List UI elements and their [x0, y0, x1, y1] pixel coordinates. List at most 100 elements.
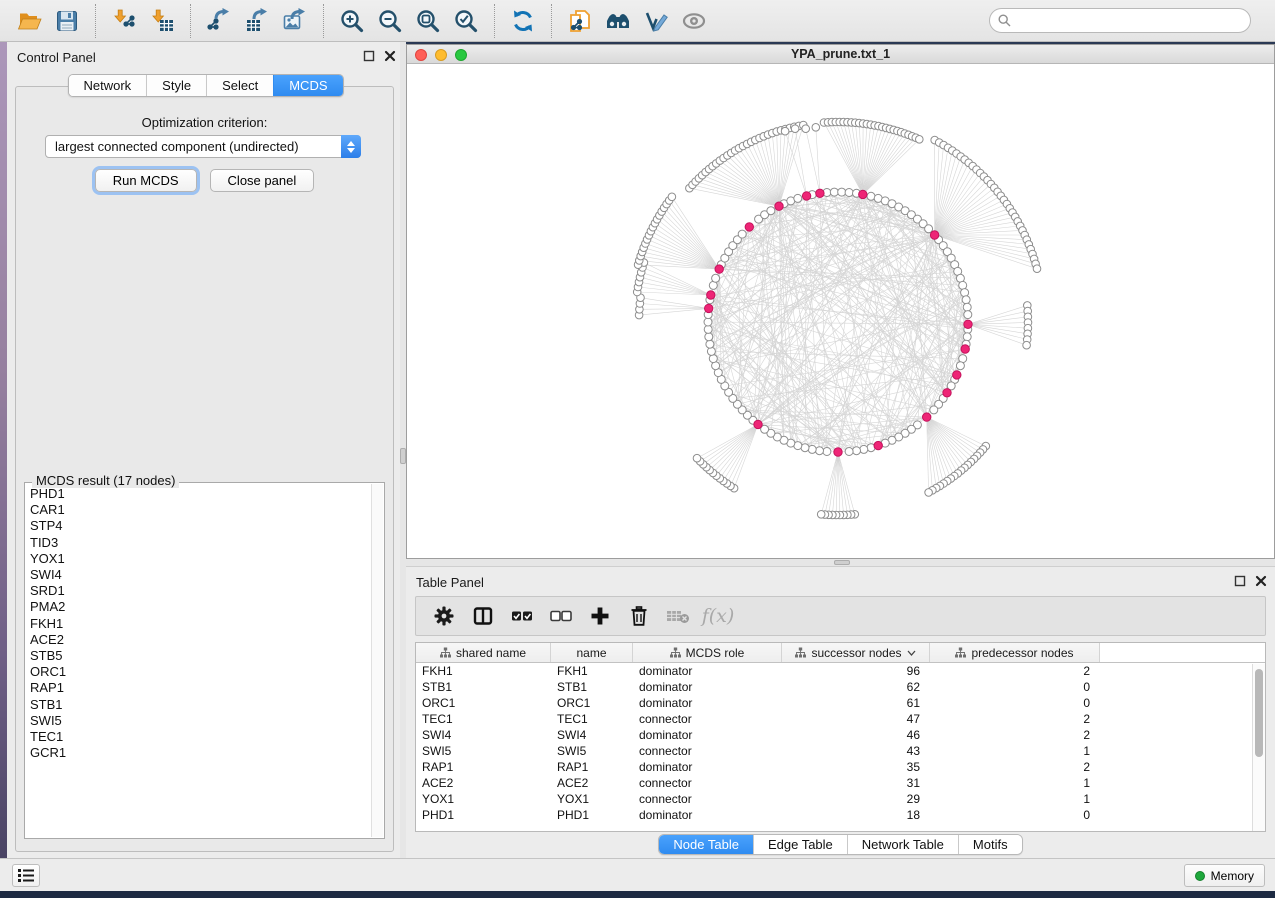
- float-table-panel-icon[interactable]: [1234, 575, 1246, 587]
- run-mcds-button[interactable]: Run MCDS: [95, 169, 197, 192]
- table-row[interactable]: ACE2ACE2connector311: [416, 775, 1265, 791]
- mcds-result-node[interactable]: SRD1: [30, 583, 370, 599]
- zoom-out-button[interactable]: [373, 5, 407, 37]
- column-header-predecessor-nodes[interactable]: predecessor nodes: [930, 643, 1100, 662]
- mcds-result-node[interactable]: GCR1: [30, 745, 370, 761]
- optimization-criterion-dropdown[interactable]: largest connected component (undirected): [45, 135, 361, 158]
- network-window-title: YPA_prune.txt_1: [791, 47, 890, 61]
- import-network-button[interactable]: [107, 5, 141, 37]
- table-scrollbar[interactable]: [1252, 664, 1265, 831]
- table-row[interactable]: RAP1RAP1dominator352: [416, 759, 1265, 775]
- mcds-result-node[interactable]: FKH1: [30, 616, 370, 632]
- mcds-result-node[interactable]: TID3: [30, 535, 370, 551]
- mcds-result-title: MCDS result (17 nodes): [32, 473, 179, 488]
- float-panel-icon[interactable]: [363, 50, 375, 62]
- mcds-result-node[interactable]: ACE2: [30, 632, 370, 648]
- search-input[interactable]: [1011, 14, 1242, 28]
- save-session-button[interactable]: [50, 5, 84, 37]
- mcds-result-node[interactable]: PHD1: [30, 486, 370, 502]
- select-all-button[interactable]: [506, 601, 538, 631]
- export-table-button[interactable]: [240, 5, 274, 37]
- memory-button[interactable]: Memory: [1184, 864, 1265, 887]
- horizontal-splitter-grip[interactable]: [834, 560, 850, 565]
- table-row[interactable]: ORC1ORC1dominator610: [416, 695, 1265, 711]
- table-cell: 47: [782, 711, 930, 727]
- table-cell-empty: [1100, 727, 1265, 743]
- close-panel-icon[interactable]: [384, 50, 396, 62]
- task-history-button[interactable]: [12, 864, 40, 887]
- column-header-successor-nodes[interactable]: successor nodes: [782, 643, 930, 662]
- tab-node-table[interactable]: Node Table: [659, 835, 753, 854]
- column-header-name[interactable]: name: [551, 643, 633, 662]
- network-window-titlebar[interactable]: YPA_prune.txt_1: [407, 45, 1274, 64]
- export-network-button[interactable]: [202, 5, 236, 37]
- mcds-result-node[interactable]: STP4: [30, 518, 370, 534]
- column-layout-button[interactable]: [467, 601, 499, 631]
- open-file-button[interactable]: [12, 5, 46, 37]
- tab-select[interactable]: Select: [206, 75, 273, 96]
- table-row[interactable]: STB1STB1dominator620: [416, 679, 1265, 695]
- apply-style-button[interactable]: [639, 5, 673, 37]
- table-row[interactable]: FKH1FKH1dominator962: [416, 663, 1265, 679]
- table-row[interactable]: YOX1YOX1connector291: [416, 791, 1265, 807]
- tab-motifs[interactable]: Motifs: [958, 835, 1022, 854]
- show-hide-button[interactable]: [677, 5, 711, 37]
- window-maximize-icon[interactable]: [455, 49, 467, 61]
- table-row[interactable]: TEC1TEC1connector472: [416, 711, 1265, 727]
- mcds-result-node[interactable]: TEC1: [30, 729, 370, 745]
- window-minimize-icon[interactable]: [435, 49, 447, 61]
- mcds-result-node[interactable]: RAP1: [30, 680, 370, 696]
- tab-mcds[interactable]: MCDS: [273, 75, 342, 96]
- horizontal-splitter[interactable]: [406, 559, 1275, 566]
- network-canvas[interactable]: [407, 64, 1274, 558]
- mcds-result-node[interactable]: ORC1: [30, 664, 370, 680]
- deselect-all-button[interactable]: [545, 601, 577, 631]
- memory-label: Memory: [1211, 869, 1254, 883]
- tab-network[interactable]: Network: [68, 75, 146, 96]
- table-cell: dominator: [633, 679, 782, 695]
- search-box[interactable]: [989, 8, 1251, 33]
- close-panel-button[interactable]: Close panel: [210, 169, 315, 192]
- mcds-result-node[interactable]: CAR1: [30, 502, 370, 518]
- table-cell: dominator: [633, 807, 782, 823]
- table-cell: SWI4: [551, 727, 633, 743]
- mcds-result-node[interactable]: PMA2: [30, 599, 370, 615]
- mcds-result-node[interactable]: STB5: [30, 648, 370, 664]
- settings-gear-button[interactable]: [428, 601, 460, 631]
- clone-network-button[interactable]: [563, 5, 597, 37]
- mcds-result-node[interactable]: STB1: [30, 697, 370, 713]
- window-close-icon[interactable]: [415, 49, 427, 61]
- tab-network-table[interactable]: Network Table: [847, 835, 958, 854]
- table-row[interactable]: SWI4SWI4dominator462: [416, 727, 1265, 743]
- table-scrollbar-thumb[interactable]: [1255, 669, 1263, 757]
- table-row[interactable]: SWI5SWI5connector431: [416, 743, 1265, 759]
- zoom-in-button[interactable]: [335, 5, 369, 37]
- search-network-button[interactable]: [601, 5, 635, 37]
- mcds-result-node[interactable]: SWI5: [30, 713, 370, 729]
- import-table-button[interactable]: [145, 5, 179, 37]
- control-panel-tabs: NetworkStyleSelectMCDS: [67, 74, 343, 97]
- column-header-MCDS-role[interactable]: MCDS role: [633, 643, 782, 662]
- table-cell: SWI5: [416, 743, 551, 759]
- zoom-fit-button[interactable]: [411, 5, 445, 37]
- toolbar-buttons: [10, 4, 713, 38]
- close-table-panel-icon[interactable]: [1255, 575, 1267, 587]
- mcds-result-scrollbar[interactable]: [371, 484, 383, 837]
- table-row[interactable]: PHD1PHD1dominator180: [416, 807, 1265, 823]
- mcds-result-node[interactable]: SWI4: [30, 567, 370, 583]
- toolbar-separator: [494, 4, 495, 38]
- export-image-button[interactable]: [278, 5, 312, 37]
- refresh-layout-button[interactable]: [506, 5, 540, 37]
- delete-column-button[interactable]: [623, 601, 655, 631]
- toolbar-separator: [323, 4, 324, 38]
- tab-style[interactable]: Style: [146, 75, 206, 96]
- table-cell-empty: [1100, 711, 1265, 727]
- table-cell: ORC1: [416, 695, 551, 711]
- table-cell: FKH1: [416, 663, 551, 679]
- mcds-result-node[interactable]: YOX1: [30, 551, 370, 567]
- add-column-button[interactable]: [584, 601, 616, 631]
- zoom-selected-button[interactable]: [449, 5, 483, 37]
- list-icon: [18, 869, 34, 882]
- tab-edge-table[interactable]: Edge Table: [753, 835, 847, 854]
- column-header-shared-name[interactable]: shared name: [416, 643, 551, 662]
